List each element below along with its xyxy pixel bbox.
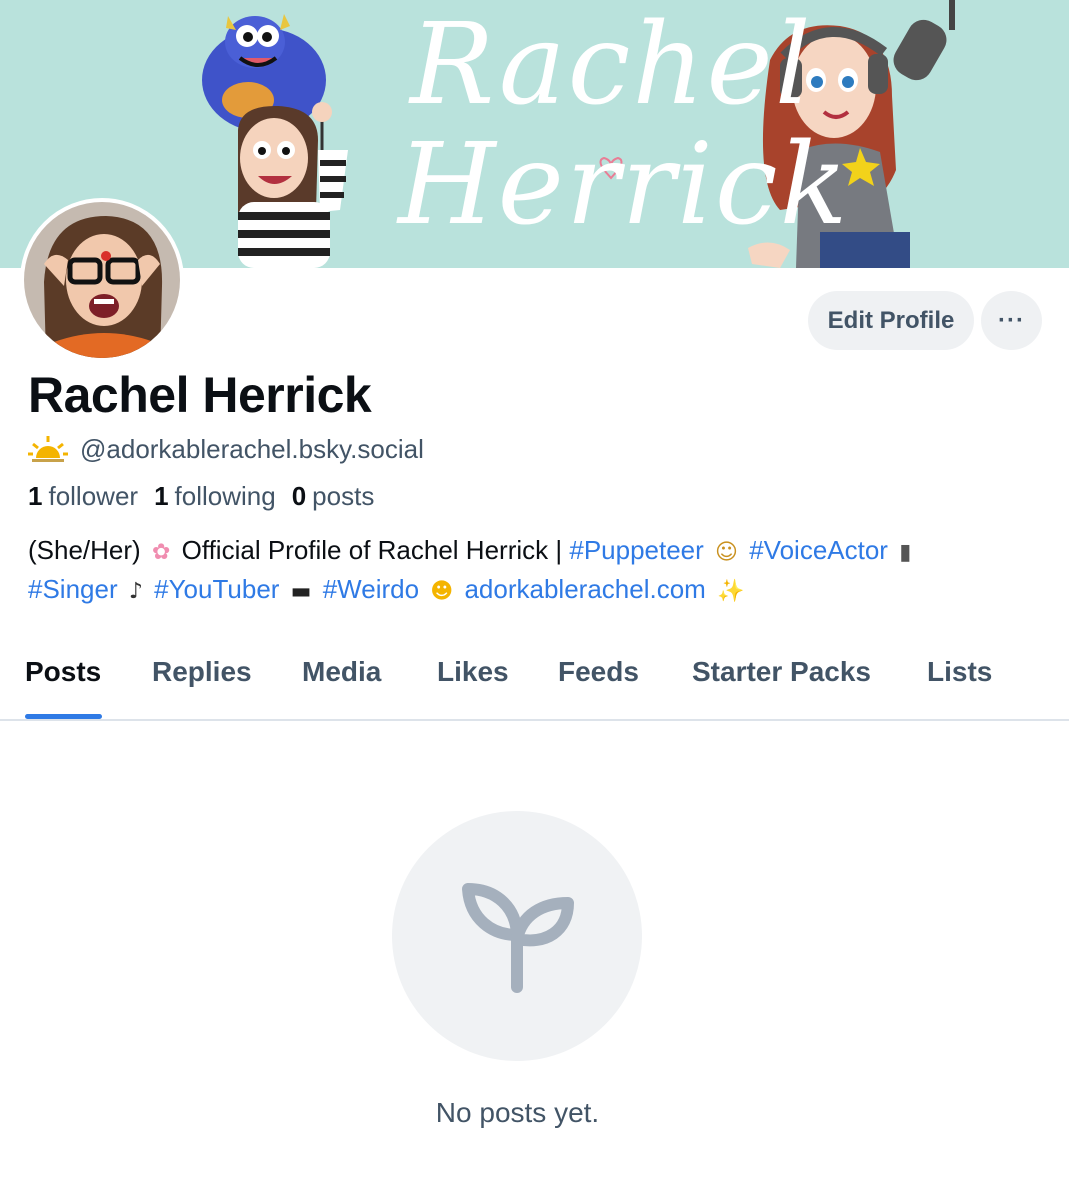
tab-media[interactable]: Media — [302, 656, 381, 688]
followers-label: follower — [48, 481, 139, 511]
following-stat[interactable]: 1 following — [154, 481, 276, 512]
handle-row: @adorkablerachel.bsky.social — [28, 432, 424, 466]
hashtag-youtuber[interactable]: #YouTuber — [154, 574, 279, 604]
hashtag-weirdo[interactable]: #Weirdo — [323, 574, 419, 604]
theater-masks-icon: ☺ — [715, 540, 738, 565]
tab-lists[interactable]: Lists — [927, 656, 992, 688]
profile-tabs: Posts Replies Media Likes Feeds Starter … — [0, 640, 1069, 721]
posts-count: 0 — [291, 481, 307, 511]
posts-label: posts — [312, 481, 375, 511]
profile-stats: 1 follower 1 following 0 posts — [28, 481, 374, 512]
tab-starter-packs[interactable]: Starter Packs — [692, 656, 871, 688]
hashtag-singer[interactable]: #Singer — [28, 574, 118, 604]
sparkles-icon: ✨ — [717, 579, 745, 604]
bio-description: Official Profile of Rachel Herrick | — [181, 535, 563, 565]
puppeteer-girl-illustration — [238, 102, 348, 268]
hashtag-voiceactor[interactable]: #VoiceActor — [749, 535, 888, 565]
sunrise-icon — [28, 436, 68, 462]
sprout-icon — [462, 883, 574, 993]
tab-likes[interactable]: Likes — [437, 656, 509, 688]
followers-count: 1 — [28, 481, 43, 511]
tab-posts[interactable]: Posts — [25, 656, 101, 688]
studio-microphone-icon: ▮ — [899, 540, 912, 565]
avatar[interactable] — [20, 198, 184, 362]
following-label: following — [174, 481, 276, 511]
empty-state-message: No posts yet. — [435, 1097, 600, 1128]
followers-stat[interactable]: 1 follower — [28, 481, 138, 512]
microphone-icon: ♪ — [128, 579, 143, 604]
profile-bio: (She/Her) ✿ Official Profile of Rachel H… — [28, 532, 1048, 610]
bio-pronouns: (She/Her) — [28, 535, 141, 565]
hashtag-puppeteer[interactable]: #Puppeteer — [569, 535, 703, 565]
edit-profile-button[interactable]: Edit Profile — [808, 291, 974, 350]
banner-first-name: Rachel — [410, 0, 813, 130]
profile-name: Rachel Herrick — [28, 367, 372, 423]
posts-stat: 0 posts — [292, 481, 375, 512]
empty-state-icon-circle — [392, 811, 642, 1061]
zany-face-icon: ☻ — [430, 579, 454, 604]
banner-last-name: Herrick — [398, 120, 850, 250]
profile-handle: @adorkablerachel.bsky.social — [80, 433, 424, 464]
cherry-blossom-icon: ✿ — [151, 540, 171, 565]
clapper-board-icon: ▬ — [290, 579, 312, 604]
following-count: 1 — [154, 481, 169, 511]
more-options-button[interactable]: ··· — [981, 291, 1042, 350]
active-tab-indicator — [25, 714, 102, 719]
tab-replies[interactable]: Replies — [152, 656, 252, 688]
tab-feeds[interactable]: Feeds — [558, 656, 639, 688]
avatar-photo — [24, 202, 180, 358]
website-link[interactable]: adorkablerachel.com — [464, 574, 705, 604]
